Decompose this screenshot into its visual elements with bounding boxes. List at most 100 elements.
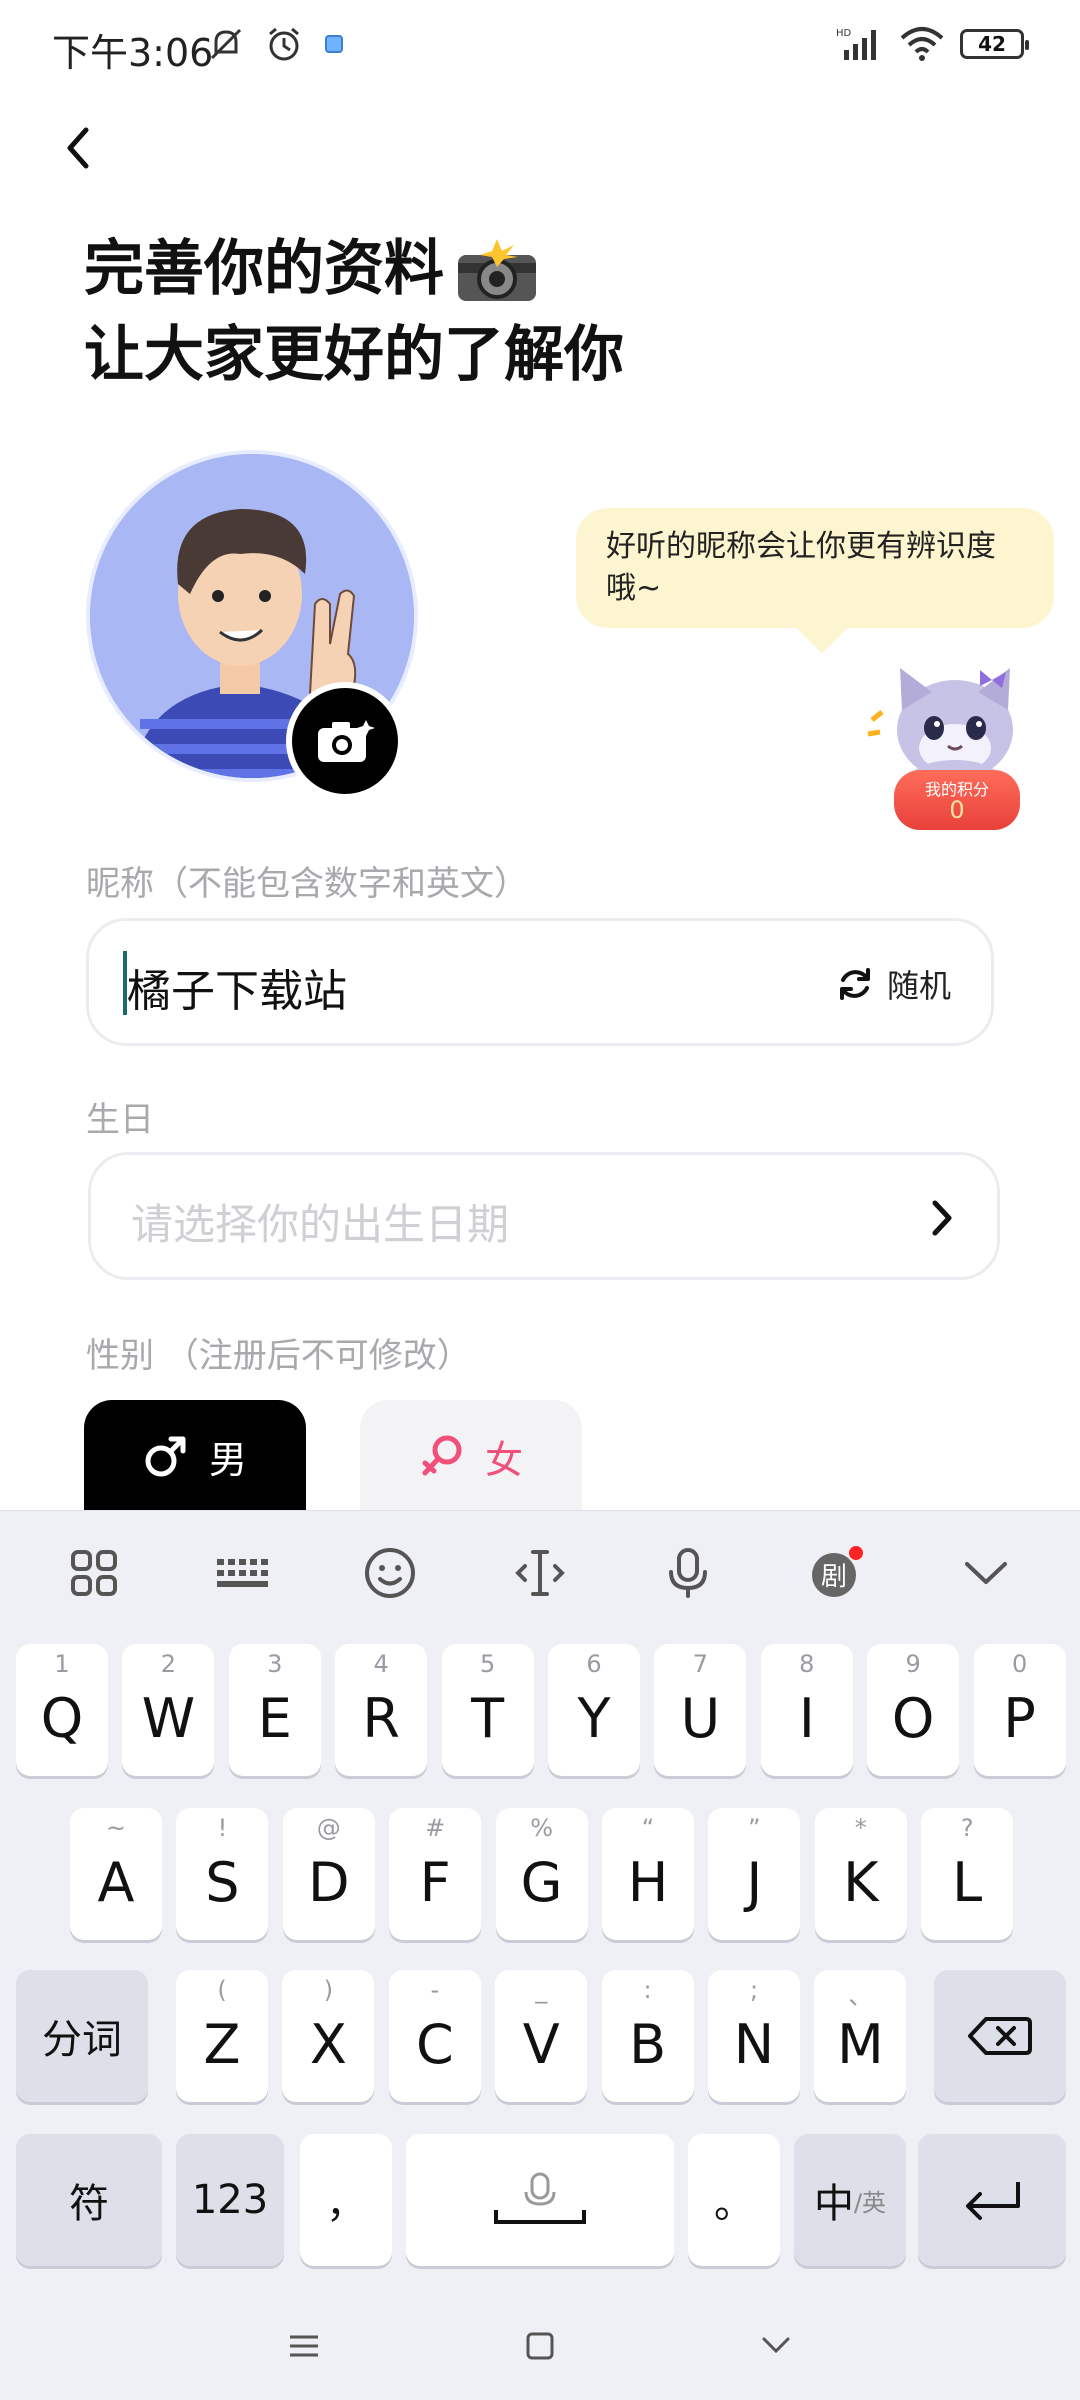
back-button[interactable]	[48, 118, 108, 178]
key-label: X	[309, 2012, 347, 2076]
key-label: 符	[69, 2181, 109, 2227]
key-e[interactable]: 3E	[228, 1644, 321, 1776]
key-label: N	[733, 2012, 775, 2076]
svg-text:HD: HD	[836, 28, 852, 39]
key-s[interactable]: ! S	[176, 1808, 269, 1940]
period-key[interactable]: 。	[688, 2134, 780, 2266]
key-label: D	[308, 1850, 350, 1914]
key-hint: 、	[848, 1982, 873, 2010]
key-hint: *	[854, 1814, 867, 1842]
key-w[interactable]: 2W	[122, 1644, 215, 1776]
key-hint: @	[316, 1814, 341, 1842]
backspace-icon	[968, 2017, 1032, 2055]
keyboard-toolbar: 剧	[0, 1511, 1080, 1631]
points-badge[interactable]: 我的积分 0	[894, 770, 1020, 830]
key-d[interactable]: @ D	[282, 1808, 375, 1940]
key-t[interactable]: 5T	[441, 1644, 534, 1776]
key-label: H	[627, 1850, 669, 1914]
key-a[interactable]: ~ A	[70, 1808, 162, 1940]
key-y[interactable]: 6Y	[548, 1644, 640, 1776]
key-p[interactable]: 0P	[973, 1644, 1066, 1776]
key-label: F	[419, 1850, 451, 1914]
key-b[interactable]: :B	[601, 1970, 694, 2102]
key-label: V	[522, 2012, 560, 2076]
key-hint: 6	[586, 1650, 602, 1678]
key-label: 中	[813, 2181, 854, 2227]
key-label: B	[629, 2012, 667, 2076]
key-label: ，	[326, 2181, 366, 2227]
symbols-key[interactable]: 符	[16, 2134, 162, 2266]
gender-male-button[interactable]: 男	[84, 1400, 306, 1512]
key-g[interactable]: % G	[495, 1808, 588, 1940]
camera-icon	[318, 720, 375, 762]
language-switch-key[interactable]: 中/英	[794, 2134, 906, 2266]
key-hint: 0	[1011, 1650, 1028, 1678]
key-o[interactable]: 9O	[867, 1644, 960, 1776]
key-label: M	[837, 2012, 884, 2076]
comma-key[interactable]: ，	[300, 2134, 392, 2266]
key-label: A	[97, 1850, 135, 1914]
key-f[interactable]: # F	[389, 1808, 482, 1940]
key-q[interactable]: 1Q	[16, 1644, 108, 1776]
emoji-icon[interactable]	[358, 1541, 422, 1605]
key-label: W	[141, 1686, 196, 1750]
key-hint: “	[641, 1814, 655, 1842]
gender-label: 性别 （注册后不可修改）	[86, 1336, 471, 1376]
numbers-key[interactable]: 123	[176, 2134, 284, 2266]
status-time: 下午3:06	[52, 31, 214, 75]
collapse-icon[interactable]	[954, 1541, 1018, 1605]
key-label: O	[891, 1686, 935, 1750]
key-label: 123	[191, 2177, 269, 2223]
male-symbol-icon	[145, 1436, 186, 1477]
nickname-field[interactable]: 橘子下载站 随机	[86, 918, 994, 1046]
back-nav-icon[interactable]	[746, 2316, 806, 2376]
segment-key[interactable]: 分词	[16, 1970, 148, 2102]
key-c[interactable]: -C	[388, 1970, 481, 2102]
chevron-left-icon	[67, 127, 89, 169]
keyboard-icon[interactable]	[210, 1541, 274, 1605]
random-nickname-button[interactable]: 随机	[835, 961, 951, 1007]
space-mic-icon	[494, 2172, 586, 2224]
status-bar: 下午3:06 HD 42	[0, 0, 1080, 96]
key-k[interactable]: * K	[814, 1808, 907, 1940]
gender-female-button[interactable]: 女	[360, 1400, 582, 1512]
key-label: G	[520, 1850, 563, 1914]
key-hint: 4	[373, 1650, 389, 1678]
key-hint: 5	[479, 1650, 496, 1678]
signal-icon: HD	[836, 28, 876, 60]
tip-bubble: 好听的昵称会让你更有辨识度哦~	[576, 508, 1054, 628]
menu-nav-icon[interactable]	[274, 2316, 334, 2376]
key-label: S	[205, 1850, 240, 1914]
key-v[interactable]: _ V	[495, 1970, 588, 2102]
key-u[interactable]: 7U	[654, 1644, 747, 1776]
key-m[interactable]: 、 M	[814, 1970, 907, 2102]
birthday-field[interactable]: 请选择你的出生日期	[88, 1152, 1000, 1280]
key-label: P	[1003, 1686, 1036, 1750]
key-l[interactable]: ? L	[921, 1808, 1014, 1940]
enter-key[interactable]	[918, 2134, 1066, 2266]
birthday-label: 生日	[86, 1100, 154, 1140]
key-z[interactable]: (Z	[176, 1970, 268, 2102]
key-hint: !	[217, 1814, 228, 1842]
key-label: Z	[203, 2012, 241, 2076]
key-i[interactable]: 8I	[760, 1644, 853, 1776]
key-label: 分词	[42, 2017, 122, 2063]
apps-grid-icon[interactable]	[62, 1541, 126, 1605]
key-hint: ”	[748, 1814, 761, 1842]
change-avatar-button[interactable]	[286, 682, 404, 800]
key-x[interactable]: ) X	[282, 1970, 375, 2102]
key-n[interactable]: ; N	[708, 1970, 800, 2102]
mute-icon	[210, 28, 242, 60]
drama-icon[interactable]: 剧	[804, 1541, 868, 1605]
key-hint: 9	[905, 1650, 921, 1678]
nickname-label: 昵称（不能包含数字和英文）	[86, 864, 528, 904]
key-r[interactable]: 4R	[335, 1644, 428, 1776]
microphone-icon[interactable]	[656, 1541, 720, 1605]
space-key[interactable]	[406, 2134, 674, 2266]
key-h[interactable]: “H	[602, 1808, 694, 1940]
refresh-icon	[839, 968, 870, 1000]
key-j[interactable]: ” J	[708, 1808, 801, 1940]
cursor-icon[interactable]	[508, 1541, 572, 1605]
backspace-key[interactable]	[934, 1970, 1066, 2102]
home-nav-icon[interactable]	[510, 2316, 570, 2376]
